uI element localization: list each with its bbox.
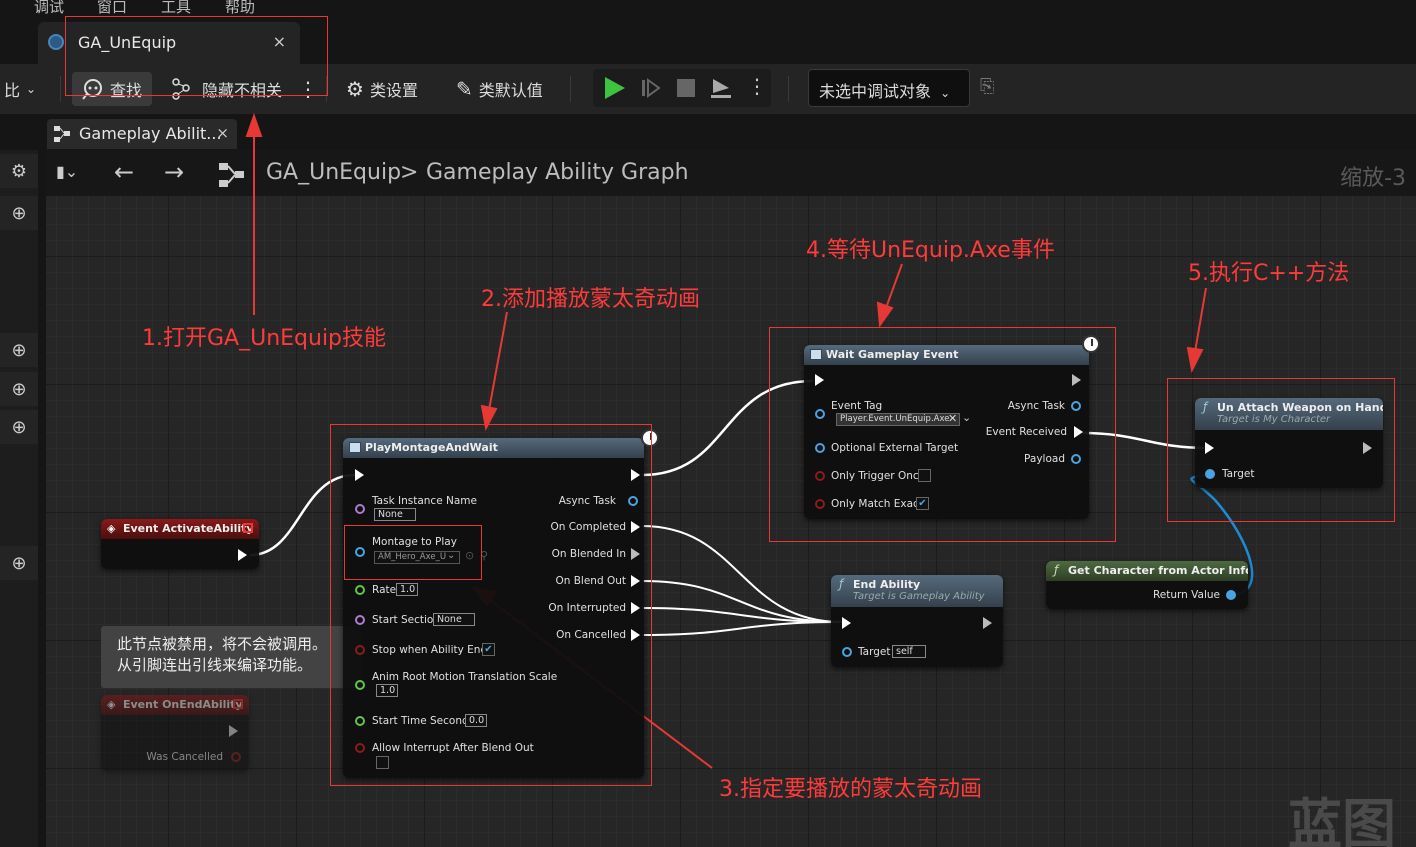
highlight-box-montage bbox=[330, 424, 652, 786]
annotation-5: 5.执行C++方法 bbox=[1188, 261, 1350, 286]
pin-label: Was Cancelled bbox=[146, 751, 223, 763]
tooltip-line: 从引脚连出引线来编译功能。 bbox=[117, 656, 313, 674]
node-header: Event OnEndAbility bbox=[101, 695, 249, 715]
exec-out-pin[interactable] bbox=[229, 725, 238, 737]
annotation-1: 1.打开GA_UnEquip技能 bbox=[142, 326, 387, 351]
node-header: Get Character from Actor Info bbox=[1046, 561, 1248, 581]
node-title: Event OnEndAbility bbox=[123, 698, 243, 711]
graph-watermark: 蓝图 bbox=[1288, 793, 1396, 847]
exec-in-pin[interactable] bbox=[842, 617, 851, 629]
pin-label: Target bbox=[858, 646, 891, 658]
node-title: Get Character from Actor Info bbox=[1068, 564, 1248, 577]
annotation-2: 2.添加播放蒙太奇动画 bbox=[481, 287, 700, 312]
disabled-node-tooltip: 此节点被禁用，将不会被调用。 从引脚连出引线来编译功能。 bbox=[101, 626, 361, 688]
exec-out-pin[interactable] bbox=[983, 617, 992, 629]
highlight-box-montage-pin bbox=[344, 525, 482, 580]
bool-pin[interactable] bbox=[231, 752, 241, 762]
exec-out-pin[interactable] bbox=[238, 549, 247, 561]
highlight-box-unattach bbox=[1167, 378, 1395, 522]
target-self-input[interactable]: self bbox=[892, 645, 926, 658]
annotation-3: 3.指定要播放的蒙太奇动画 bbox=[719, 777, 982, 802]
event-activate-ability-node[interactable]: Event ActivateAbility ◈ bbox=[101, 519, 259, 569]
tooltip-line: 此节点被禁用，将不会被调用。 bbox=[117, 635, 328, 653]
event-onend-ability-node[interactable]: Event OnEndAbility ◈ Was Cancelled bbox=[101, 695, 249, 771]
exec-wire bbox=[641, 621, 843, 636]
end-ability-node[interactable]: End Ability ƒ Target is Gameplay Ability… bbox=[831, 575, 1003, 667]
node-title: End Ability bbox=[853, 578, 921, 591]
node-title: Event ActivateAbility bbox=[123, 522, 254, 535]
object-pin[interactable] bbox=[842, 647, 852, 657]
function-icon: ƒ bbox=[1054, 563, 1059, 577]
event-icon: ◈ bbox=[107, 522, 116, 535]
annotation-4: 4.等待UnEquip.Axe事件 bbox=[806, 238, 1055, 263]
get-character-node[interactable]: Get Character from Actor Info ƒ Return V… bbox=[1046, 561, 1248, 609]
object-pin[interactable] bbox=[1226, 590, 1236, 600]
event-icon: ◈ bbox=[107, 698, 116, 711]
pin-label: Return Value bbox=[1152, 589, 1220, 601]
delegate-pin[interactable] bbox=[233, 699, 243, 709]
delegate-pin[interactable] bbox=[243, 523, 253, 533]
highlight-box-wait-event bbox=[769, 327, 1116, 542]
function-icon: ƒ bbox=[839, 577, 844, 591]
node-subtitle: Target is Gameplay Ability bbox=[853, 591, 985, 602]
highlight-box-tab bbox=[65, 16, 328, 96]
node-header: Event ActivateAbility bbox=[101, 519, 259, 539]
